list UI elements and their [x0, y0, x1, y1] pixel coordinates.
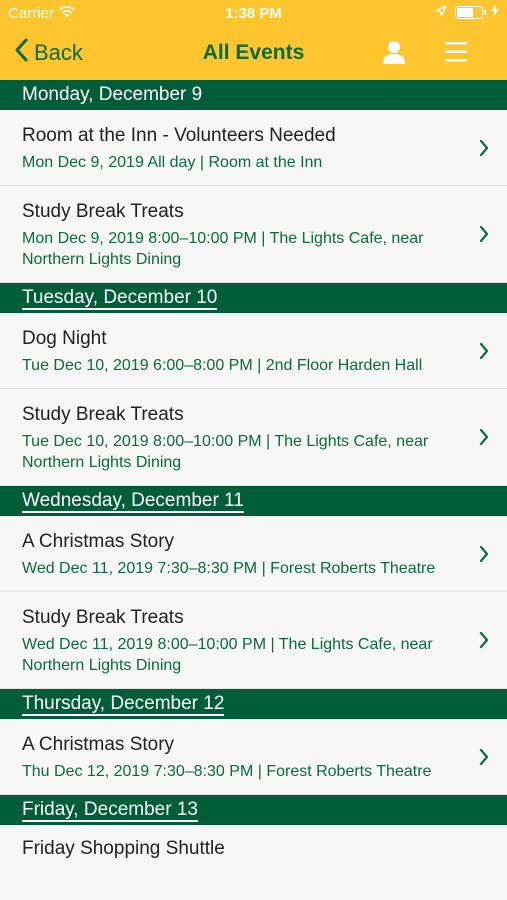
chevron-right-icon	[479, 139, 489, 162]
day-header: Thursday, December 12	[0, 689, 507, 719]
status-time: 1:38 PM	[225, 5, 282, 22]
events-list: Monday, December 9 Room at the Inn - Vol…	[0, 80, 507, 877]
day-header-label: Monday, December 9	[22, 84, 203, 105]
day-header: Tuesday, December 10	[0, 283, 507, 313]
event-row[interactable]: Room at the Inn - Volunteers Needed Mon …	[0, 110, 507, 186]
day-header: Wednesday, December 11	[0, 486, 507, 516]
day-header: Friday, December 13	[0, 795, 507, 825]
chevron-right-icon	[479, 428, 489, 451]
charging-bolt-icon	[491, 4, 499, 21]
event-details: Mon Dec 9, 2019 All day | Room at the In…	[22, 154, 323, 171]
event-row[interactable]: Dog Night Tue Dec 10, 2019 6:00–8:00 PM …	[0, 313, 507, 389]
navigation-bar: Back All Events	[0, 28, 507, 80]
day-header-label: Friday, December 13	[22, 799, 198, 822]
event-name: Dog Night	[22, 328, 107, 349]
event-details: Wed Dec 11, 2019 8:00–10:00 PM | The Lig…	[22, 636, 433, 674]
event-details: Tue Dec 10, 2019 6:00–8:00 PM | 2nd Floo…	[22, 357, 423, 374]
event-name: Study Break Treats	[22, 201, 184, 222]
event-details: Mon Dec 9, 2019 8:00–10:00 PM | The Ligh…	[22, 230, 424, 268]
location-arrow-icon	[435, 4, 447, 21]
event-row[interactable]: A Christmas Story Thu Dec 12, 2019 7:30–…	[0, 719, 507, 795]
day-header-label: Tuesday, December 10	[22, 287, 218, 310]
event-details: Tue Dec 10, 2019 8:00–10:00 PM | The Lig…	[22, 433, 429, 471]
chevron-right-icon	[479, 225, 489, 248]
event-name: Friday Shopping Shuttle	[22, 838, 225, 859]
chevron-right-icon	[479, 342, 489, 365]
page-title: All Events	[202, 41, 305, 64]
event-name: Study Break Treats	[22, 404, 184, 425]
day-header: Monday, December 9	[0, 80, 507, 110]
day-header-label: Thursday, December 12	[22, 693, 225, 716]
event-row[interactable]: Study Break Treats Tue Dec 10, 2019 8:00…	[0, 389, 507, 486]
event-row[interactable]: Friday Shopping Shuttle	[0, 825, 507, 877]
day-header-label: Wednesday, December 11	[22, 490, 244, 513]
battery-icon	[455, 6, 486, 19]
event-row[interactable]: A Christmas Story Wed Dec 11, 2019 7:30–…	[0, 516, 507, 592]
event-name: A Christmas Story	[22, 734, 175, 755]
event-name: A Christmas Story	[22, 531, 175, 552]
event-details: Thu Dec 12, 2019 7:30–8:30 PM | Forest R…	[22, 763, 432, 780]
chevron-right-icon	[479, 545, 489, 568]
user-icon[interactable]	[383, 40, 405, 69]
event-row[interactable]: Study Break Treats Wed Dec 11, 2019 8:00…	[0, 592, 507, 689]
event-name: Study Break Treats	[22, 607, 184, 628]
chevron-right-icon	[479, 631, 489, 654]
event-name: Room at the Inn - Volunteers Needed	[22, 125, 336, 146]
hamburger-menu-icon[interactable]	[445, 42, 467, 67]
status-bar: Carrier 1:38 PM	[0, 0, 507, 28]
event-details: Wed Dec 11, 2019 7:30–8:30 PM | Forest R…	[22, 560, 436, 577]
status-right-icons	[435, 4, 499, 21]
chevron-right-icon	[479, 748, 489, 771]
event-row[interactable]: Study Break Treats Mon Dec 9, 2019 8:00–…	[0, 186, 507, 283]
